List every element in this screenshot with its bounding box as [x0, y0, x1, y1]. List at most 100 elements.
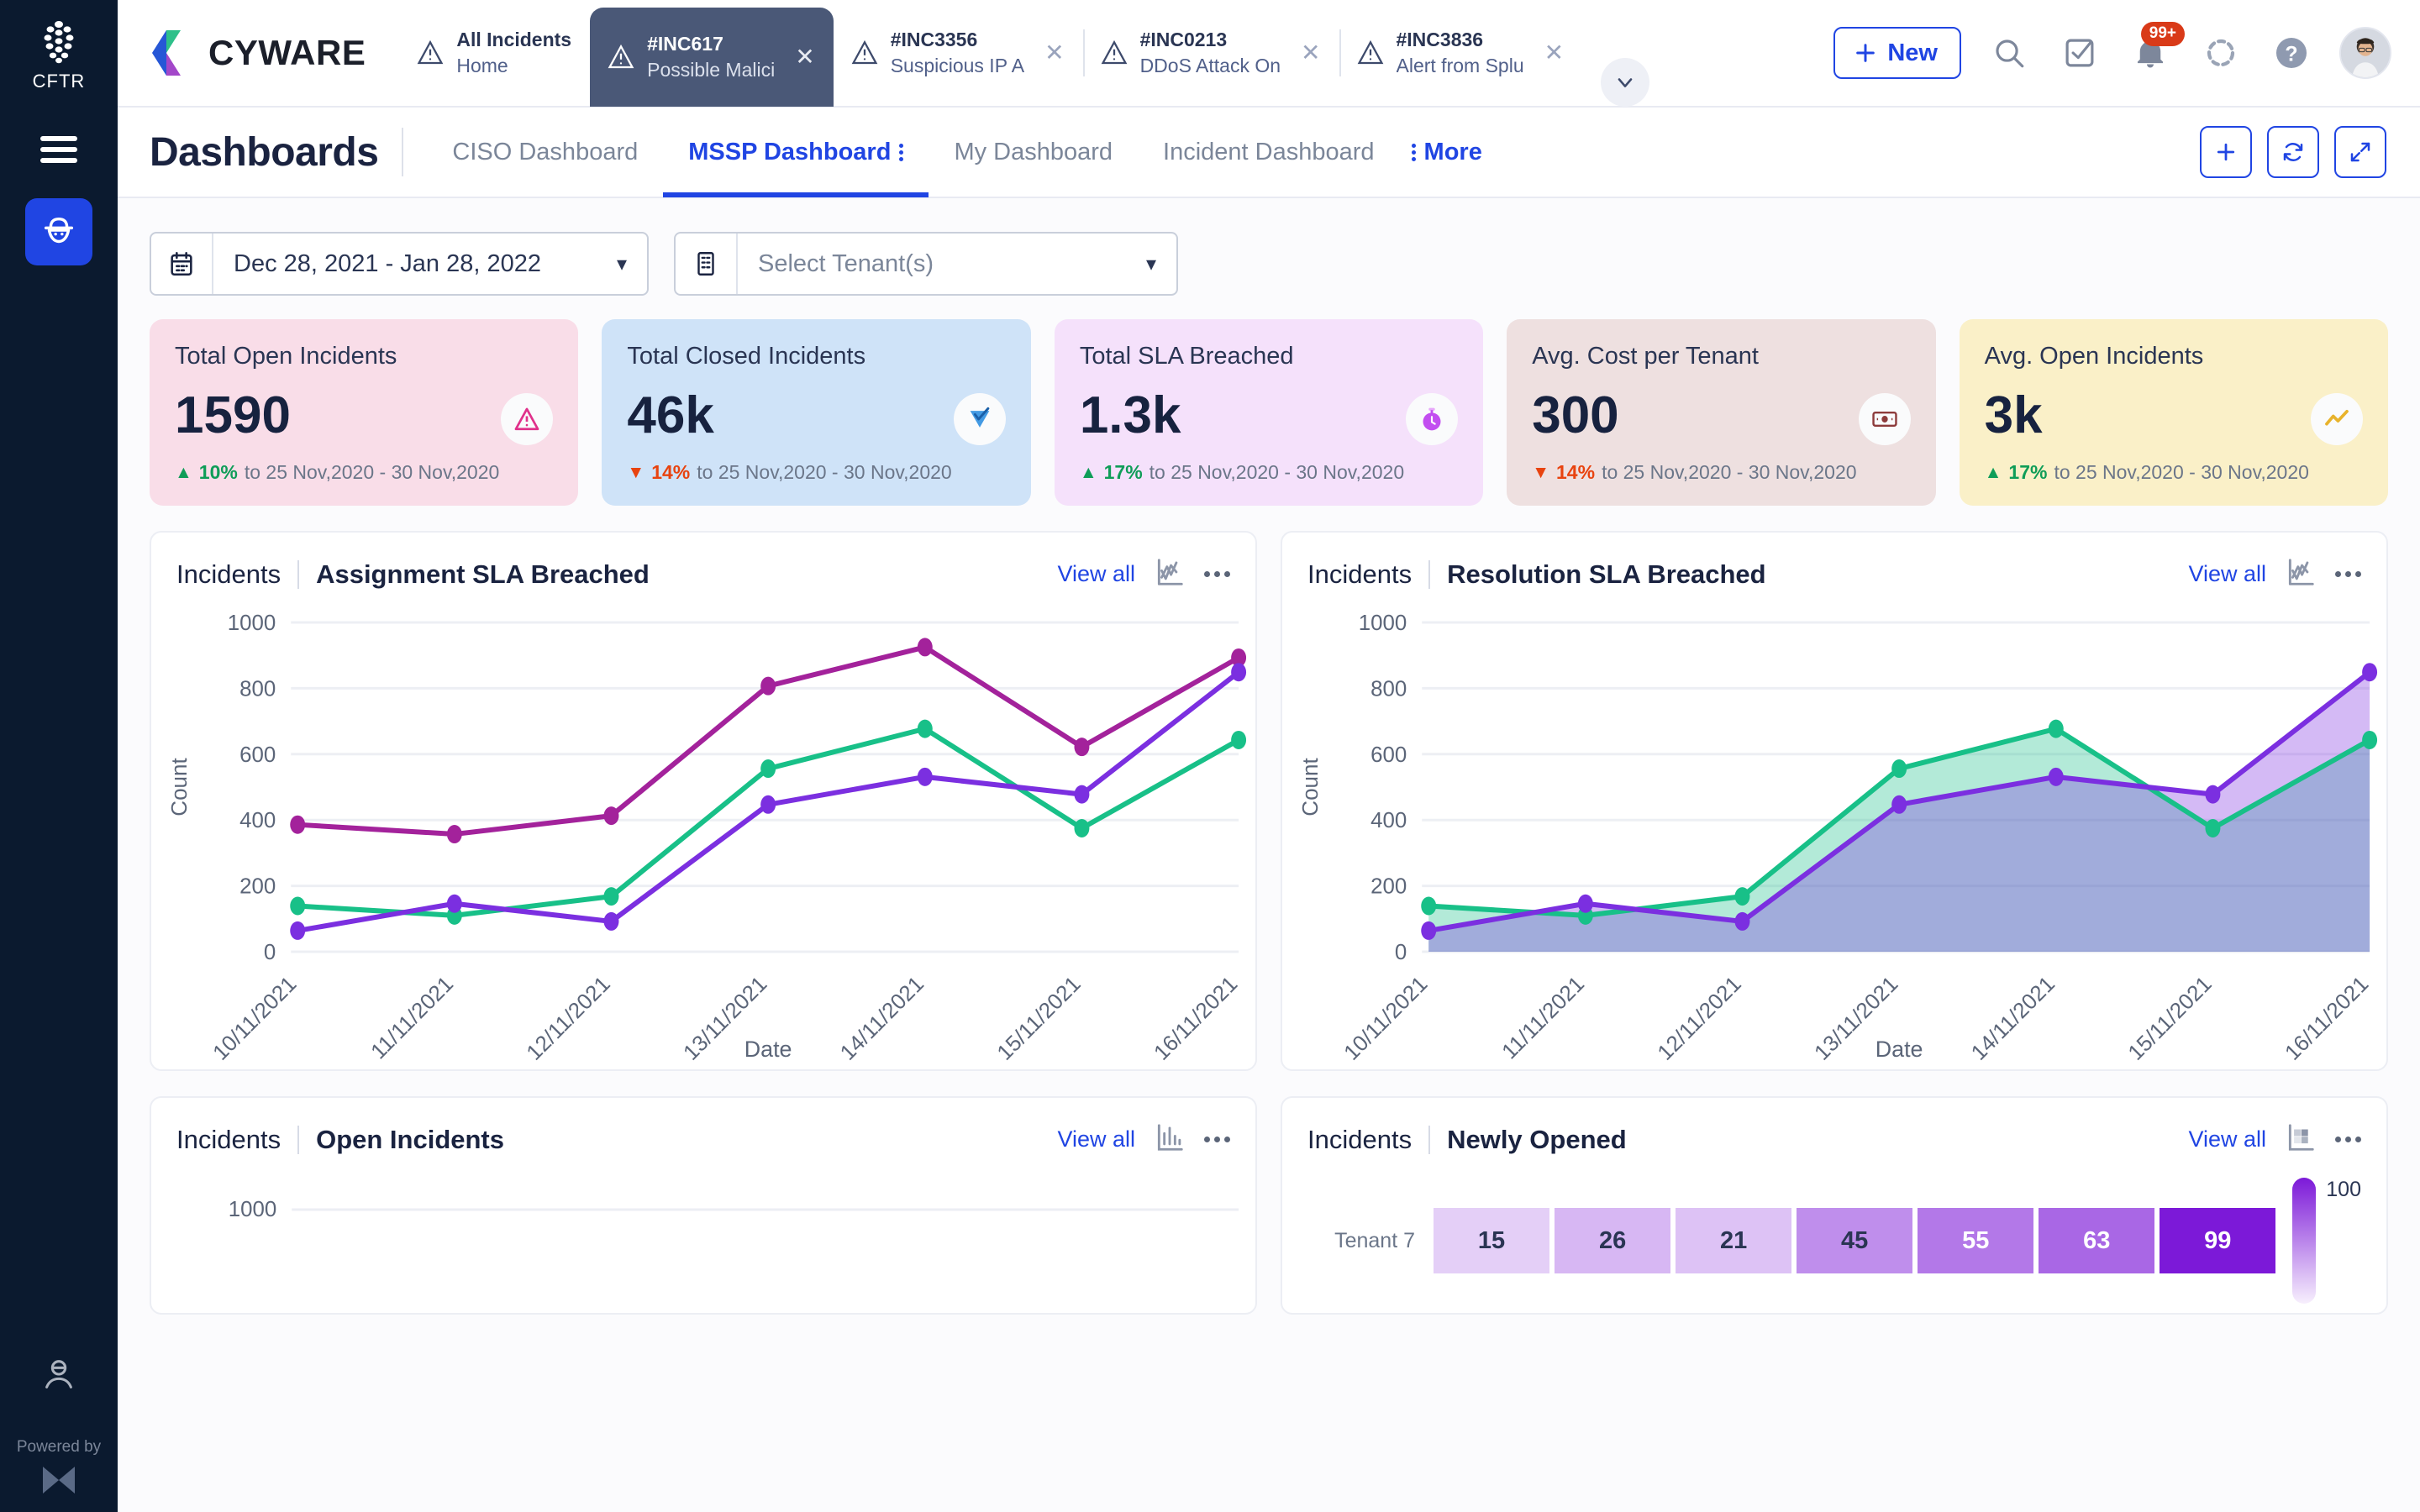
- tab-more[interactable]: More: [1400, 107, 1507, 197]
- tab-incident-dashboard[interactable]: Incident Dashboard: [1138, 107, 1400, 197]
- tab-label: CISO Dashboard: [452, 138, 639, 165]
- heatmap-cell[interactable]: 63: [2039, 1208, 2155, 1273]
- bar-chart-icon[interactable]: [1154, 1121, 1186, 1158]
- kpi-value: 1590: [175, 386, 291, 444]
- card-category: Incidents: [1307, 559, 1413, 589]
- heatmap-color-scale: [2292, 1178, 2317, 1304]
- close-icon[interactable]: ✕: [1044, 41, 1064, 65]
- view-all-link[interactable]: View all: [1057, 1126, 1135, 1152]
- card-category: Incidents: [176, 559, 281, 589]
- svg-text:15/11/2021: 15/11/2021: [993, 972, 1086, 1064]
- tab-title: #INC3356: [890, 29, 978, 50]
- heatmap-cell[interactable]: 26: [1555, 1208, 1671, 1273]
- hamburger-icon[interactable]: [40, 136, 77, 163]
- more-dots-icon[interactable]: [2335, 1137, 2361, 1142]
- more-label: More: [1423, 138, 1482, 165]
- chart-open-incidents: 1000: [151, 1164, 1255, 1269]
- more-dots-icon[interactable]: [2335, 571, 2361, 577]
- view-all-link[interactable]: View all: [2188, 1126, 2266, 1152]
- view-all-link[interactable]: View all: [1057, 561, 1135, 587]
- kpi-delta-suffix: to 25 Nov,2020 - 30 Nov,2020: [1149, 461, 1405, 483]
- tab-subtitle: Possible Malici: [647, 59, 776, 81]
- area-chart-icon[interactable]: [2285, 556, 2317, 592]
- tab-kebab-icon[interactable]: [899, 143, 904, 161]
- date-range-picker[interactable]: Dec 28, 2021 - Jan 28, 2022 ▾: [150, 232, 649, 296]
- kpi-total-sla-breached[interactable]: Total SLA Breached 1.3k ▲ 17% to 25 Nov,…: [1054, 319, 1484, 506]
- svg-text:600: 600: [1370, 743, 1407, 767]
- close-icon[interactable]: ✕: [795, 45, 814, 69]
- notifications-bell-icon[interactable]: 99+: [2128, 22, 2185, 76]
- card-resolution-sla-breached: Incidents Resolution SLA Breached View a…: [1281, 531, 2388, 1071]
- search-icon[interactable]: [1986, 30, 2032, 76]
- avatar[interactable]: [2339, 27, 2391, 79]
- card-assignment-sla-breached: Incidents Assignment SLA Breached View a…: [150, 531, 1257, 1071]
- tab-subtitle: Home: [456, 55, 508, 76]
- new-button[interactable]: New: [1833, 27, 1961, 79]
- threat-actor-icon[interactable]: [39, 1355, 78, 1398]
- tab-subtitle: Alert from Splu: [1396, 55, 1524, 76]
- view-all-link[interactable]: View all: [2188, 561, 2266, 587]
- more-dots-icon[interactable]: [1204, 1137, 1230, 1142]
- tab-inc0213[interactable]: #INC0213 DDoS Attack On ✕: [1082, 0, 1339, 107]
- refresh-button[interactable]: [2267, 126, 2319, 178]
- tab-title: All Incidents: [456, 29, 572, 50]
- tenant-select[interactable]: Select Tenant(s) ▾: [674, 232, 1178, 296]
- tab-all-incidents[interactable]: All Incidents Home: [399, 0, 590, 107]
- tenant-placeholder: Select Tenant(s): [758, 249, 934, 277]
- loading-spinner-icon[interactable]: [2198, 30, 2244, 76]
- dashboards-header: Dashboards CISO Dashboard MSSP Dashboard…: [118, 108, 2420, 198]
- closed-check-icon: [953, 393, 1006, 445]
- card-header: Incidents Assignment SLA Breached View a…: [151, 533, 1255, 599]
- top-bar: CYWARE All Incidents Home #INC617 Possib…: [118, 0, 2420, 108]
- cftr-logo-icon: [44, 21, 74, 64]
- spy-agent-icon[interactable]: [25, 198, 92, 265]
- add-widget-button[interactable]: [2200, 126, 2252, 178]
- tab-mssp-dashboard[interactable]: MSSP Dashboard: [663, 107, 929, 197]
- warning-triangle-icon: [851, 39, 878, 65]
- notification-badge: 99+: [2140, 22, 2185, 46]
- heatmap-cell[interactable]: 15: [1434, 1208, 1550, 1273]
- heatmap-icon[interactable]: [2285, 1121, 2317, 1158]
- tasks-checkbox-icon[interactable]: [2057, 30, 2102, 76]
- kpi-avg-open-incidents[interactable]: Avg. Open Incidents 3k ▲ 17% to 25 Nov,2…: [1959, 319, 2389, 506]
- card-actions: View all: [1057, 556, 1230, 592]
- help-question-icon[interactable]: ?: [2269, 30, 2314, 76]
- heatmap-cell[interactable]: 21: [1676, 1208, 1792, 1273]
- kpi-total-open-incidents[interactable]: Total Open Incidents 1590 ▲ 10% to 25 No…: [150, 319, 579, 506]
- more-dots-icon[interactable]: [1204, 571, 1230, 577]
- svg-text:600: 600: [239, 743, 276, 767]
- heatmap-cells: 15 26 21 45 55 63 99: [1434, 1208, 2276, 1273]
- brand-logo[interactable]: CYWARE: [150, 27, 366, 79]
- close-icon[interactable]: ✕: [1544, 41, 1564, 65]
- product-logo: CFTR: [33, 18, 86, 92]
- chevron-down-icon[interactable]: ▾: [617, 252, 647, 276]
- line-chart-icon[interactable]: [1154, 556, 1186, 592]
- card-category: Incidents: [176, 1124, 281, 1154]
- tab-my-dashboard[interactable]: My Dashboard: [929, 107, 1138, 197]
- tab-inc617[interactable]: #INC617 Possible Malici ✕: [590, 8, 834, 107]
- cyware-mark-icon: [43, 1467, 75, 1494]
- kpi-label: Total SLA Breached: [1079, 343, 1294, 370]
- tab-ciso-dashboard[interactable]: CISO Dashboard: [427, 107, 663, 197]
- heatmap-cell[interactable]: 99: [2160, 1208, 2276, 1273]
- card-title: Open Incidents: [316, 1124, 504, 1154]
- plus-icon: [1856, 44, 1876, 62]
- tab-title: #INC617: [647, 33, 723, 55]
- chevron-down-icon[interactable]: ▾: [1146, 252, 1176, 276]
- warning-triangle-icon: [417, 39, 444, 65]
- chevron-down-icon[interactable]: [1601, 58, 1650, 107]
- tab-inc3356[interactable]: #INC3356 Suspicious IP A ✕: [834, 0, 1083, 107]
- divider: [297, 559, 300, 589]
- trend-up-icon: ▲: [1079, 463, 1097, 482]
- heatmap-cell[interactable]: 45: [1797, 1208, 1913, 1273]
- svg-text:10/11/2021: 10/11/2021: [208, 972, 301, 1064]
- kpi-total-closed-incidents[interactable]: Total Closed Incidents 46k ▼ 14% to 25 N…: [602, 319, 1031, 506]
- heatmap-cell[interactable]: 55: [1918, 1208, 2034, 1273]
- kpi-avg-cost-per-tenant[interactable]: Avg. Cost per Tenant 300 ▼ 14% to 25 Nov…: [1507, 319, 1936, 506]
- tab-inc3836[interactable]: #INC3836 Alert from Splu ✕: [1339, 0, 1583, 107]
- close-icon[interactable]: ✕: [1301, 41, 1320, 65]
- heatmap-newly-opened: Tenant 7 15 26 21 45 55 63 99 100: [1282, 1164, 2386, 1304]
- fullscreen-button[interactable]: [2334, 126, 2386, 178]
- svg-text:200: 200: [239, 875, 276, 899]
- building-icon: [676, 234, 738, 294]
